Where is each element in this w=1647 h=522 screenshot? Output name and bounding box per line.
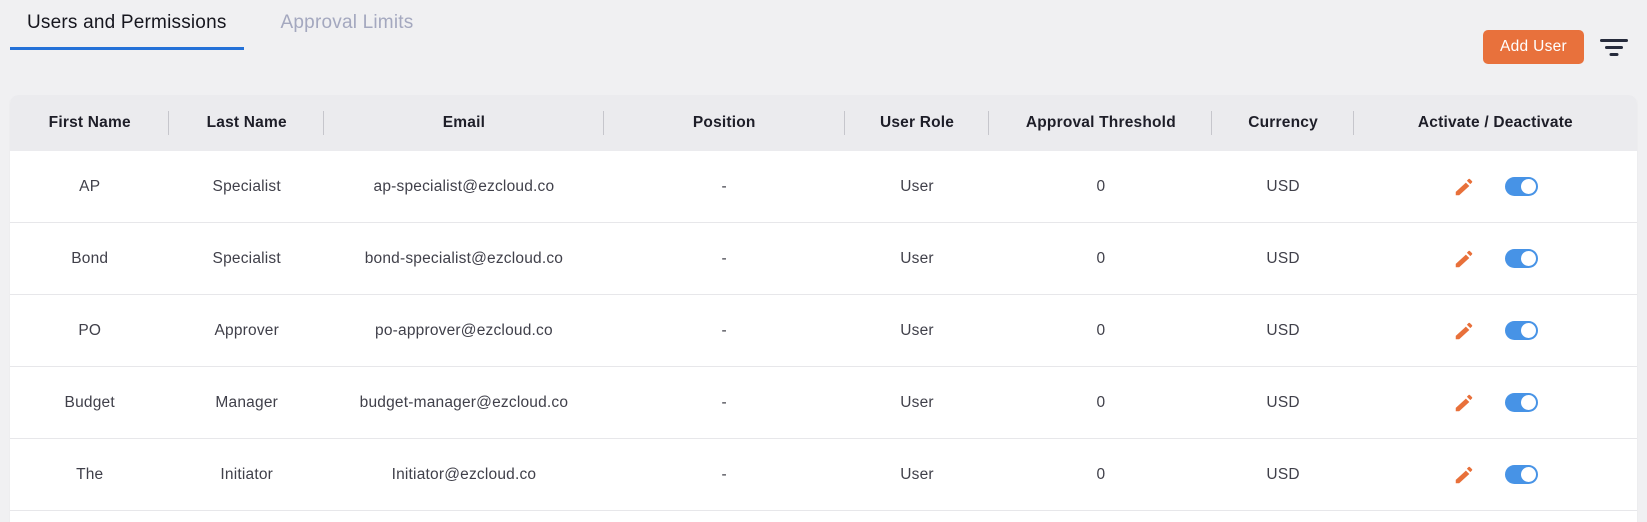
cell-position: -	[721, 321, 727, 339]
table-body: AP Specialist ap-specialist@ezcloud.co -…	[10, 151, 1637, 511]
cell-last-name: Specialist	[212, 177, 281, 195]
cell-approval-threshold: 0	[1096, 249, 1106, 267]
cell-approval-threshold: 0	[1096, 177, 1106, 195]
filter-icon[interactable]	[1600, 37, 1628, 57]
cell-position: -	[721, 393, 727, 411]
activate-toggle[interactable]	[1504, 393, 1538, 412]
cell-first-name: AP	[79, 177, 101, 195]
cell-actions	[1354, 248, 1637, 270]
column-header-first-name: First Name	[10, 114, 169, 132]
column-header-user-role: User Role	[845, 114, 990, 132]
cell-currency: USD	[1266, 177, 1300, 195]
edit-pencil-icon[interactable]	[1453, 392, 1475, 414]
cell-first-name: The	[76, 465, 104, 483]
edit-pencil-icon[interactable]	[1453, 176, 1475, 198]
table-row: Budget Manager budget-manager@ezcloud.co…	[10, 367, 1637, 439]
cell-last-name: Initiator	[220, 465, 274, 483]
cell-currency: USD	[1266, 321, 1300, 339]
tab-bar: Users and Permissions Approval Limits	[0, 0, 1647, 50]
column-header-position: Position	[604, 114, 845, 132]
column-header-email: Email	[324, 114, 604, 132]
cell-approval-threshold: 0	[1096, 321, 1106, 339]
column-header-activate-deactivate: Activate / Deactivate	[1417, 114, 1573, 131]
activate-toggle[interactable]	[1504, 465, 1538, 484]
cell-actions	[1354, 464, 1637, 486]
cell-user-role: User	[900, 177, 934, 195]
cell-first-name: Bond	[71, 249, 109, 267]
table-header: First Name Last Name Email Position User…	[10, 95, 1637, 151]
activate-toggle[interactable]	[1504, 177, 1538, 196]
cell-actions	[1354, 392, 1637, 414]
cell-currency: USD	[1266, 393, 1300, 411]
table-row: The Initiator Initiator@ezcloud.co - Use…	[10, 439, 1637, 511]
cell-user-role: User	[900, 465, 934, 483]
column-header-currency: Currency	[1212, 114, 1354, 132]
column-header-last-name: Last Name	[169, 114, 324, 132]
edit-pencil-icon[interactable]	[1453, 320, 1475, 342]
table-row: AP Specialist ap-specialist@ezcloud.co -…	[10, 151, 1637, 223]
cell-email: Initiator@ezcloud.co	[391, 465, 537, 483]
cell-currency: USD	[1266, 465, 1300, 483]
tab-users-and-permissions[interactable]: Users and Permissions	[10, 12, 244, 50]
cell-approval-threshold: 0	[1096, 393, 1106, 411]
cell-position: -	[721, 465, 727, 483]
edit-pencil-icon[interactable]	[1453, 464, 1475, 486]
column-header-approval-threshold: Approval Threshold	[989, 114, 1212, 132]
table-row: Bond Specialist bond-specialist@ezcloud.…	[10, 223, 1637, 295]
cell-email: ap-specialist@ezcloud.co	[373, 177, 555, 195]
cell-actions	[1354, 320, 1637, 342]
cell-email: bond-specialist@ezcloud.co	[364, 249, 564, 267]
cell-last-name: Approver	[214, 321, 279, 339]
cell-position: -	[721, 249, 727, 267]
cell-user-role: User	[900, 393, 934, 411]
cell-user-role: User	[900, 249, 934, 267]
cell-last-name: Specialist	[212, 249, 281, 267]
users-table: First Name Last Name Email Position User…	[10, 95, 1637, 522]
cell-approval-threshold: 0	[1096, 465, 1106, 483]
add-user-button[interactable]: Add User	[1482, 30, 1584, 64]
edit-pencil-icon[interactable]	[1453, 248, 1475, 270]
top-bar: Users and Permissions Approval Limits Ad…	[0, 0, 1647, 95]
toolbar-actions: Add User	[1482, 30, 1628, 64]
activate-toggle[interactable]	[1504, 321, 1538, 340]
activate-toggle[interactable]	[1504, 249, 1538, 268]
cell-email: po-approver@ezcloud.co	[375, 321, 553, 339]
cell-last-name: Manager	[215, 393, 278, 411]
cell-email: budget-manager@ezcloud.co	[359, 393, 569, 411]
cell-currency: USD	[1266, 249, 1300, 267]
cell-first-name: PO	[78, 321, 102, 339]
cell-first-name: Budget	[64, 393, 115, 411]
tab-approval-limits[interactable]: Approval Limits	[264, 12, 431, 50]
cell-user-role: User	[900, 321, 934, 339]
cell-actions	[1354, 176, 1637, 198]
table-row: PO Approver po-approver@ezcloud.co - Use…	[10, 295, 1637, 367]
cell-position: -	[721, 177, 727, 195]
